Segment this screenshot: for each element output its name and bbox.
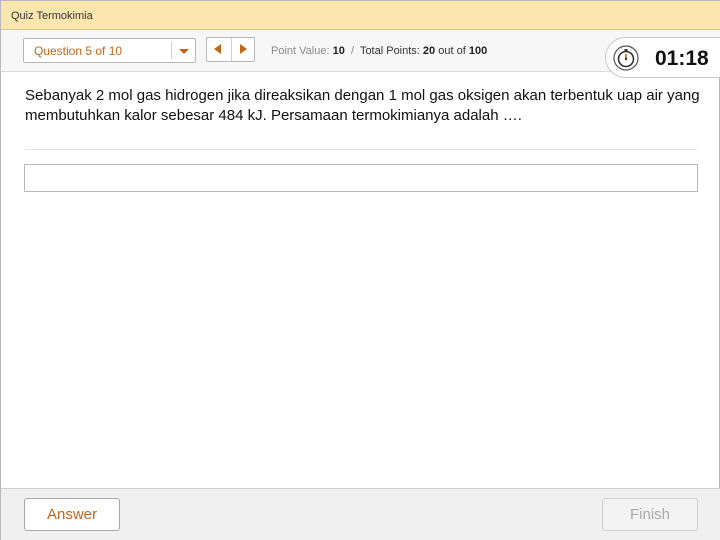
arrow-right-icon — [240, 44, 247, 54]
toolbar: Question 5 of 10 Point Value: 10 / Total… — [1, 30, 720, 78]
answer-input[interactable] — [24, 164, 698, 192]
total-points: 20 — [422, 45, 436, 57]
points-separator: / — [350, 45, 355, 57]
question-nav — [206, 37, 255, 62]
quiz-window: Quiz Termokimia Question 5 of 10 Point V… — [0, 0, 720, 540]
previous-question-button[interactable] — [207, 38, 231, 61]
answer-button[interactable]: Answer — [24, 498, 120, 531]
timer: 01:18 — [605, 37, 720, 78]
question-text: Sebanyak 2 mol gas hidrogen jika direaks… — [25, 87, 700, 124]
out-of-label: out of — [438, 45, 466, 57]
title-bar: Quiz Termokimia — [1, 1, 720, 30]
next-question-button[interactable] — [231, 38, 255, 61]
question-select-label: Question 5 of 10 — [34, 44, 123, 58]
question-select-divider — [171, 42, 172, 59]
point-value: 10 — [332, 45, 345, 57]
arrow-left-icon — [214, 44, 221, 54]
divider — [25, 149, 697, 150]
max-points: 100 — [468, 45, 488, 57]
timer-value: 01:18 — [655, 47, 709, 70]
finish-button[interactable]: Finish — [602, 498, 698, 531]
quiz-title: Quiz Termokimia — [11, 10, 93, 22]
points-summary: Point Value: 10 / Total Points: 20 out o… — [271, 45, 487, 57]
point-value-label: Point Value: — [271, 45, 330, 57]
total-points-label: Total Points: — [359, 45, 420, 57]
footer-bar: Answer Finish — [1, 488, 720, 540]
question-select[interactable]: Question 5 of 10 — [23, 38, 196, 63]
stopwatch-icon — [613, 45, 639, 71]
chevron-down-icon[interactable] — [179, 49, 189, 54]
